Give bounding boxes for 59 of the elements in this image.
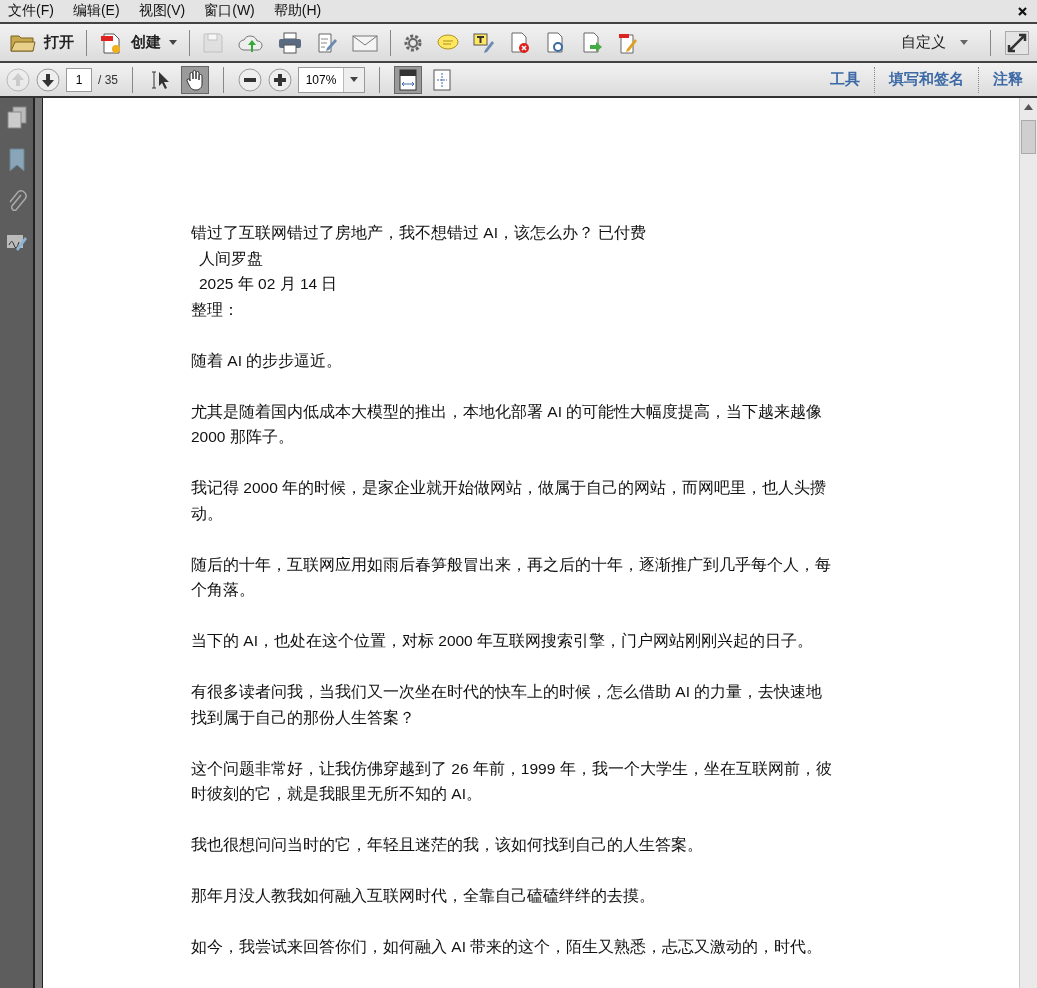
paragraph: 如今，我尝试来回答你们，如何融入 AI 带来的这个，陌生又熟悉，忐忑又激动的，时代。 — [191, 937, 824, 957]
print-icon[interactable] — [278, 31, 302, 54]
paragraph: 这个问题非常好，让我仿佛穿越到了 26 年前，1999 年，我一个大学生，坐在互联网前，彼 时彼刻的它，就是我眼里无所不知的 AI。 — [191, 758, 833, 804]
caret-icon — [960, 40, 968, 45]
create-button[interactable]: 创建 — [95, 30, 181, 55]
zoom-out-icon[interactable] — [238, 67, 262, 92]
open-button[interactable]: 打开 — [6, 32, 78, 53]
paragraph: 随着 AI 的步步逼近。 — [191, 350, 344, 371]
document-line: 整理： — [191, 299, 240, 320]
mail-icon[interactable] — [352, 32, 378, 53]
paragraph: 我也很想问问当时的它，年轻且迷茫的我，该如何找到自己的人生答案。 — [191, 835, 704, 855]
document-delete-icon[interactable] — [509, 31, 531, 54]
hand-tool-button[interactable] — [181, 65, 209, 94]
caret-icon — [169, 40, 177, 45]
zoom-dropdown[interactable]: 107% — [298, 66, 365, 93]
paragraph: 随后的十年，互联网应用如雨后春笋般冒出来，再之后的十年，逐渐推广到几乎每个人，每 个角落。 — [191, 554, 832, 600]
panel-tab[interactable]: 工具 — [822, 70, 868, 89]
edit-document-icon[interactable] — [316, 31, 338, 54]
zoom-in-icon[interactable] — [268, 67, 292, 92]
scrollbar[interactable] — [1019, 98, 1037, 988]
scroll-up-icon[interactable] — [1024, 104, 1033, 110]
customize-dropdown[interactable]: 自定义 — [897, 33, 972, 52]
menu-item[interactable]: 文件(F) — [8, 2, 54, 20]
settings-icon[interactable] — [403, 32, 423, 53]
menu-item[interactable]: 视图(V) — [138, 2, 186, 20]
document-line: 人间罗盘 — [198, 248, 264, 269]
scroll-thumb[interactable] — [1021, 120, 1036, 154]
close-icon[interactable] — [1018, 6, 1027, 16]
signature-icon[interactable] — [5, 232, 28, 252]
page-count: / 35 — [98, 72, 118, 87]
document-line: 错过了互联网错过了房地产，我不想错过 AI，该怎么办？ 已付费 — [191, 223, 648, 243]
text-highlight-icon[interactable] — [473, 31, 495, 54]
text-cursor-arrow-icon — [150, 68, 172, 91]
menu-item[interactable]: 帮助(H) — [273, 2, 322, 20]
paperclip-icon[interactable] — [6, 190, 27, 214]
document-edit-icon[interactable] — [617, 31, 639, 54]
document-line: 2025 年 02 月 14 日 — [198, 274, 339, 294]
panel-tab[interactable]: 填写和签名 — [881, 70, 972, 89]
bookmark-icon[interactable] — [6, 148, 27, 172]
menu-item[interactable]: 编辑(E) — [72, 2, 120, 20]
document-export-icon[interactable] — [581, 31, 603, 54]
paragraph: 那年月没人教我如何融入互联网时代，全靠自己磕磕绊绊的去摸。 — [191, 886, 656, 906]
menu-item[interactable]: 窗口(W) — [204, 2, 255, 20]
panel-tab[interactable]: 注释 — [985, 70, 1031, 89]
folder-icon — [10, 32, 36, 53]
caret-icon — [350, 77, 358, 82]
expand-icon[interactable] — [1005, 30, 1029, 55]
fit-page-icon — [433, 68, 451, 91]
fit-width-icon — [399, 68, 417, 91]
next-page-icon[interactable] — [36, 67, 60, 92]
fit-width-button[interactable] — [394, 65, 422, 94]
paragraph: 我记得 2000 年的时候，是家企业就开始做网站，做属于自己的网站，而网吧里，也人头攒 动。 — [191, 478, 828, 524]
paragraph: 尤其是随着国内低成本大模型的推出，本地化部署 AI 的可能性大幅度提高，当下越来越像 2000 那阵子。 — [191, 401, 824, 447]
new-document-icon — [99, 30, 123, 55]
pages-icon[interactable] — [5, 106, 28, 130]
paragraph: 当下的 AI，也处在这个位置，对标 2000 年互联网搜索引擎，门户网站刚刚兴起的日子。 — [191, 631, 815, 651]
paragraph: 有很多读者问我，当我们又一次坐在时代的快车上的时候，怎么借助 AI 的力量，去快速地 找到属于自己的那份人生答案？ — [191, 682, 824, 728]
page-number-field[interactable]: 1 — [66, 67, 92, 92]
hand-icon — [185, 68, 205, 91]
